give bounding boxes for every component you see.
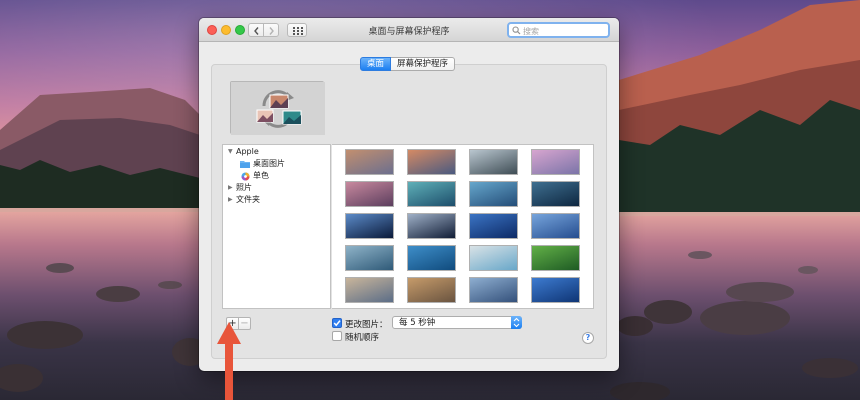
wallpaper-thumbnail-ocean-ripple[interactable] [407,245,456,271]
wallpaper-grid [332,144,594,309]
content-panel: ▼ Apple 桌面图片 单色 ▶ 照片 ▶ 文件夹 + − 更改图片： 每 5… [211,64,607,359]
help-button[interactable]: ? [582,332,594,344]
search-field[interactable]: 搜索 [507,22,610,38]
sidebar-item-label: 桌面图片 [253,159,285,168]
change-interval-popup[interactable]: 每 5 秒钟 [392,316,522,329]
wallpaper-thumbnail-pink-valley[interactable] [345,181,394,207]
wallpaper-thumbnail-desert[interactable] [407,277,456,303]
wallpaper-thumbnail-sand-dune[interactable] [345,277,394,303]
wallpaper-thumbnail-earth-space[interactable] [407,213,456,239]
random-order-label: 随机顺序 [345,333,380,343]
wallpaper-thumbnail-teal-wave[interactable] [407,181,456,207]
tab-screen-saver[interactable]: 屏幕保护程序 [391,57,456,71]
title-bar: 桌面与屏幕保护程序 搜索 [199,18,619,42]
wallpaper-thumbnail-earth-horizon[interactable] [345,213,394,239]
wallpaper-thumbnail-wave-blue[interactable] [469,181,518,207]
interval-value: 每 5 秒钟 [399,318,436,328]
search-placeholder: 搜索 [523,27,539,36]
dynamic-desktop-icon [231,82,325,135]
sidebar-item-desktop-pictures[interactable]: 桌面图片 [223,158,330,170]
chevron-up-down-icon [513,317,520,328]
search-icon [512,26,521,35]
sidebar-item-label: 文件夹 [236,195,260,204]
segmented-tabs: 桌面 屏幕保护程序 [360,57,456,71]
tab-desktop[interactable]: 桌面 [360,57,392,71]
sidebar-item-label: 照片 [236,183,252,192]
current-wallpaper-preview [230,81,325,135]
wallpaper-thumbnail-frost[interactable] [345,245,394,271]
sidebar-item-folders[interactable]: ▶ 文件夹 [223,194,330,206]
source-list: ▼ Apple 桌面图片 单色 ▶ 照片 ▶ 文件夹 [222,144,331,309]
wallpaper-thumbnail-beach[interactable] [469,245,518,271]
wallpaper-thumbnail-misty-mountains[interactable] [469,277,518,303]
checkmark-icon [333,320,341,327]
minimize-button[interactable] [221,25,231,35]
sidebar-item-apple[interactable]: ▼ Apple [223,146,330,158]
disclosure-closed-icon[interactable]: ▶ [228,194,233,206]
wallpaper-thumbnail-blue-ice[interactable] [531,213,580,239]
wallpaper-thumbnail-blue-ridge[interactable] [469,213,518,239]
zoom-button[interactable] [235,25,245,35]
forward-button[interactable] [263,23,279,37]
sidebar-item-label: 单色 [253,171,269,180]
annotation-arrow [217,322,241,400]
wallpaper-thumbnail-half-dome-clouds[interactable] [469,149,518,175]
change-picture-checkbox[interactable] [332,318,342,328]
back-button[interactable] [248,23,264,37]
sidebar-item-solid-colors[interactable]: 单色 [223,170,330,182]
sidebar-item-label: Apple [236,147,259,156]
grid-icon [293,27,303,35]
close-button[interactable] [207,25,217,35]
disclosure-closed-icon[interactable]: ▶ [228,182,233,194]
wallpaper-thumbnail-yosemite-1[interactable] [345,149,394,175]
color-wheel-icon [241,172,250,181]
wallpaper-thumbnail-mavericks-wave[interactable] [531,181,580,207]
popup-arrows-icon [511,316,522,329]
chevron-right-icon [269,27,274,35]
wallpaper-thumbnail-el-capitan[interactable] [407,149,456,175]
window-title: 桌面与屏幕保护程序 [368,27,450,37]
show-all-button[interactable] [287,23,307,37]
wallpaper-thumbnail-green-field[interactable] [531,245,580,271]
sidebar-item-photos[interactable]: ▶ 照片 [223,182,330,194]
wallpaper-thumbnail-lake-blue[interactable] [531,277,580,303]
change-picture-label: 更改图片： [345,320,388,330]
random-order-checkbox[interactable] [332,331,342,341]
disclosure-open-icon[interactable]: ▼ [228,146,233,158]
desktop-screensaver-window: 桌面与屏幕保护程序 搜索 ▼ Apple 桌面图片 单色 ▶ 照片 ▶ 文件夹 … [199,18,619,371]
folder-icon [240,161,250,168]
wallpaper-thumbnail-mountain-pink[interactable] [531,149,580,175]
